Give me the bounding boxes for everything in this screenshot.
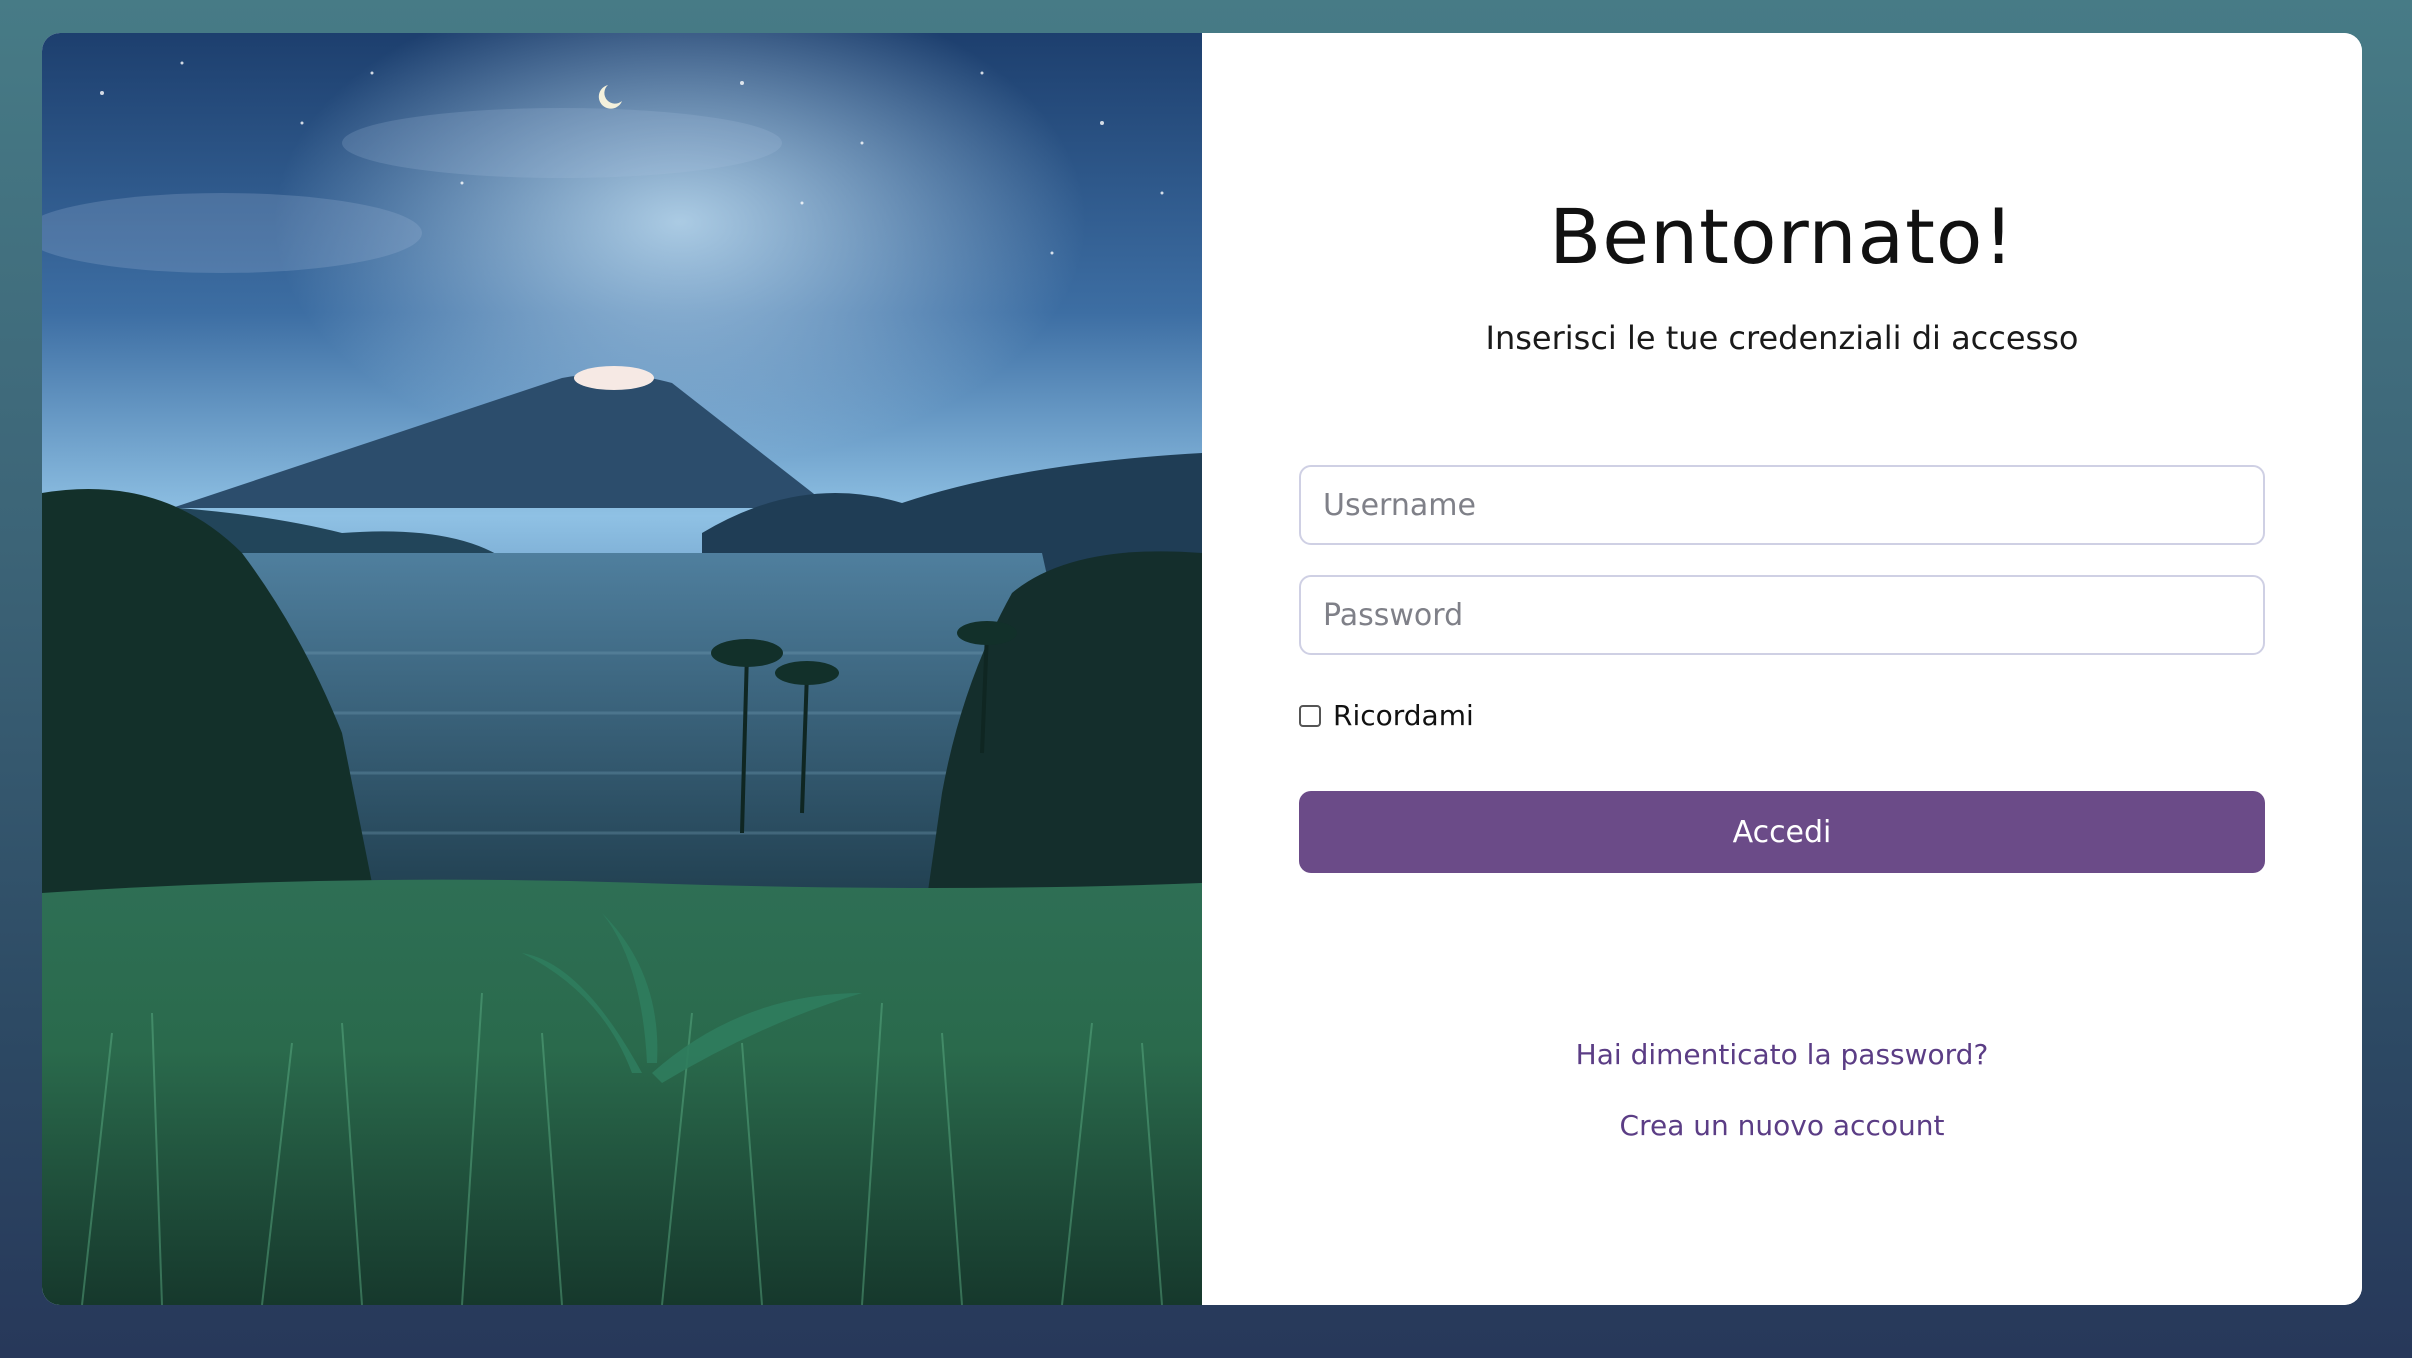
username-input[interactable] [1299,465,2265,545]
page-subtitle: Inserisci le tue credenziali di accesso [1485,319,2079,357]
remember-me[interactable]: Ricordami [1299,699,1474,732]
login-card: Bentornato! Inserisci le tue credenziali… [42,33,2362,1305]
login-form-panel: Bentornato! Inserisci le tue credenziali… [1202,33,2362,1305]
password-input[interactable] [1299,575,2265,655]
forgot-password-link[interactable]: Hai dimenticato la password? [1202,1038,2362,1071]
create-account-link[interactable]: Crea un nuovo account [1202,1109,2362,1142]
remember-me-label: Ricordami [1333,699,1474,732]
login-button[interactable]: Accedi [1299,791,2265,873]
landscape-photo [42,33,1202,1305]
page-title: Bentornato! [1549,192,2015,281]
remember-me-checkbox[interactable] [1299,704,1321,727]
